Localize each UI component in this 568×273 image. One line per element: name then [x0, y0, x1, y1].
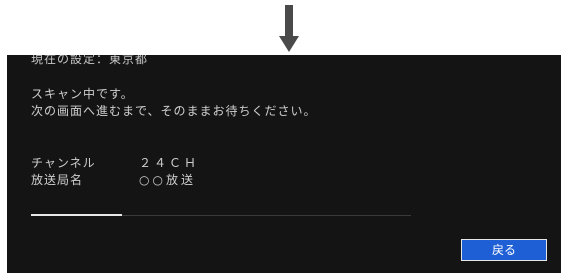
back-button[interactable]: 戻る [461, 239, 547, 261]
station-value: ○○放送 [139, 173, 196, 187]
current-setting-text: 現在の設定：東京都 [31, 55, 149, 66]
scan-status-message: スキャン中です。 [31, 87, 134, 101]
scan-progress-fill [31, 214, 123, 216]
arrow-head [279, 36, 299, 52]
channel-row: チャンネル ２４ＣＨ [31, 154, 199, 171]
arrow-shaft [285, 5, 293, 37]
tv-screen: 現在の設定：東京都 スキャン中です。 次の画面へ進むまで、そのままお待ちください… [7, 55, 561, 273]
down-arrow-icon [279, 5, 299, 55]
page: 現在の設定：東京都 スキャン中です。 次の画面へ進むまで、そのままお待ちください… [0, 0, 568, 273]
channel-value: ２４ＣＨ [139, 156, 200, 170]
station-row: 放送局名 ○○放送 [31, 171, 196, 188]
wait-instruction-message: 次の画面へ進むまで、そのままお待ちください。 [31, 104, 317, 118]
station-label: 放送局名 [31, 173, 84, 187]
scan-progress-bar [31, 214, 411, 216]
channel-label: チャンネル [31, 156, 96, 170]
